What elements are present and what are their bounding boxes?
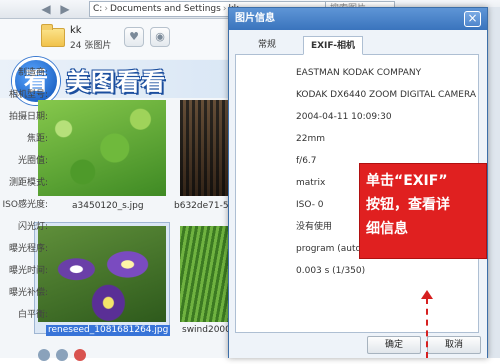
forward-arrow-icon[interactable]: ▶: [57, 1, 73, 17]
heart-icon[interactable]: ♥: [124, 27, 144, 47]
dialog-title: 图片信息: [229, 8, 487, 30]
callout-line: 细信息: [366, 221, 408, 237]
tab-exif-camera[interactable]: EXIF-相机: [303, 36, 363, 55]
delete-icon[interactable]: [74, 349, 86, 361]
back-arrow-icon[interactable]: ◀: [38, 1, 54, 17]
exif-label: 曝光时间:: [8, 266, 48, 276]
exif-label: ISO感光度:: [2, 200, 48, 210]
rotate-icon[interactable]: [38, 349, 50, 361]
thumbnail-caption: a3450120_s.jpg: [72, 201, 144, 211]
path-separator: ›: [104, 4, 108, 14]
thumbnail-image[interactable]: [180, 100, 230, 196]
exif-value: 没有使用: [296, 222, 333, 232]
exif-label: 测距模式:: [8, 178, 48, 188]
callout-line: 单击“EXIF”: [366, 173, 448, 189]
pointer-dashed-line: [426, 298, 428, 358]
folder-icon: [41, 24, 65, 47]
exif-value: EASTMAN KODAK COMPANY: [296, 68, 422, 78]
exif-value: 2004-04-11 10:09:30: [296, 112, 392, 122]
tutorial-callout: 单击“EXIF” 按钮，查看详 细信息: [359, 163, 487, 259]
exif-label: 曝光补偿:: [8, 288, 48, 298]
exif-label: 光圈值:: [17, 156, 48, 166]
exif-value: ISO- 0: [296, 200, 324, 210]
thumbnail-image[interactable]: [38, 100, 166, 196]
tab-general[interactable]: 常规: [235, 36, 299, 55]
thumbnail-image-selected[interactable]: [38, 226, 166, 322]
exif-value: f/6.7: [296, 156, 317, 166]
exif-label: 曝光程序:: [8, 244, 48, 254]
exif-label: 闪光灯:: [17, 222, 48, 232]
thumbnail-image[interactable]: [180, 226, 230, 322]
exif-label: 焦距:: [26, 134, 48, 144]
folder-image-count: 24 张图片: [70, 41, 112, 51]
exif-label: 拍摄日期:: [8, 112, 48, 122]
exif-value: program (auto): [296, 244, 365, 254]
exif-label: 相机型号:: [8, 90, 48, 100]
cancel-button[interactable]: 取消: [427, 336, 481, 354]
close-icon[interactable]: ×: [464, 11, 481, 27]
eye-icon[interactable]: ◉: [150, 27, 170, 47]
tab-bar: 常规 EXIF-相机: [235, 36, 479, 55]
zoom-icon[interactable]: [56, 349, 68, 361]
exif-value: 0.003 s (1/350): [296, 266, 366, 276]
thumbnail-caption: b632de71-51: [174, 201, 235, 211]
thumbnail-caption-selected: reneseed_1081681264.jpg: [46, 325, 171, 336]
folder-name: kk: [70, 25, 82, 36]
ok-button[interactable]: 确定: [367, 336, 421, 354]
exif-value: 22mm: [296, 134, 325, 144]
path-folder[interactable]: Documents and Settings: [110, 4, 221, 14]
path-drive[interactable]: C:: [93, 4, 102, 14]
exif-label: 白平衡:: [17, 310, 48, 320]
callout-line: 按钮，查看详: [366, 197, 450, 213]
thumbnail-caption: swind2000: [182, 325, 231, 335]
bottom-toolbar: [38, 349, 92, 364]
scrollbar[interactable]: [488, 7, 500, 358]
app-brand-text: 美图看看: [66, 68, 166, 96]
exif-label: 制造商:: [17, 68, 48, 78]
exif-value: matrix: [296, 178, 326, 188]
exif-value: KODAK DX6440 ZOOM DIGITAL CAMERA: [296, 90, 476, 100]
